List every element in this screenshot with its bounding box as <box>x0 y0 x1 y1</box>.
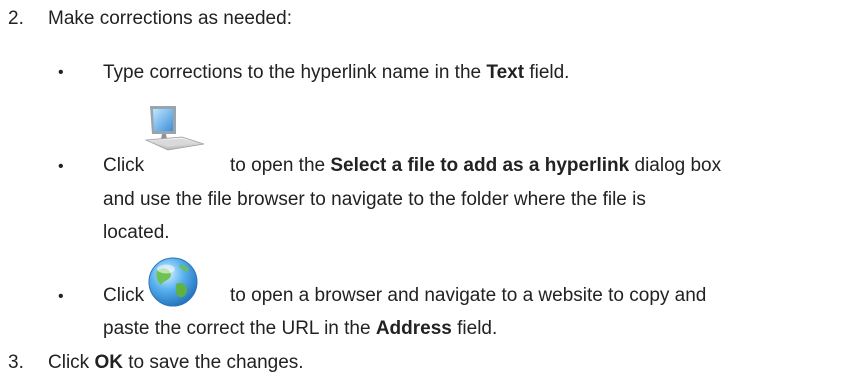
text-field-label: Text <box>486 62 525 83</box>
bullet-2-line-3: located. <box>103 222 170 243</box>
bullet-marker: • <box>58 288 64 305</box>
bullet-2-line-2: and use the file browser to navigate to … <box>103 189 646 210</box>
select-file-dialog-name: Select a file to add as a hyperlink <box>330 155 630 176</box>
bullet-marker: • <box>58 64 64 81</box>
bullet-3-line-1: to open a browser and navigate to a webs… <box>230 285 707 306</box>
globe-icon[interactable] <box>143 254 203 310</box>
step-2-text: Make corrections as needed: <box>48 8 292 29</box>
ok-label: OK <box>94 352 123 373</box>
computer-icon[interactable] <box>142 104 204 152</box>
step-number-2: 2. <box>8 8 24 29</box>
address-field-label: Address <box>375 318 452 339</box>
bullet-2-click: Click <box>103 155 145 176</box>
step-number-3: 3. <box>8 352 24 373</box>
bullet-3-click: Click <box>103 285 145 306</box>
bullet-1-text: Type corrections to the hyperlink name i… <box>103 62 570 83</box>
bullet-3-line-2: paste the correct the URL in the Address… <box>103 318 498 339</box>
step-3-text: Click OK to save the changes. <box>48 352 304 373</box>
bullet-marker: • <box>58 158 64 175</box>
bullet-2-line-1: to open the Select a file to add as a hy… <box>230 155 722 176</box>
